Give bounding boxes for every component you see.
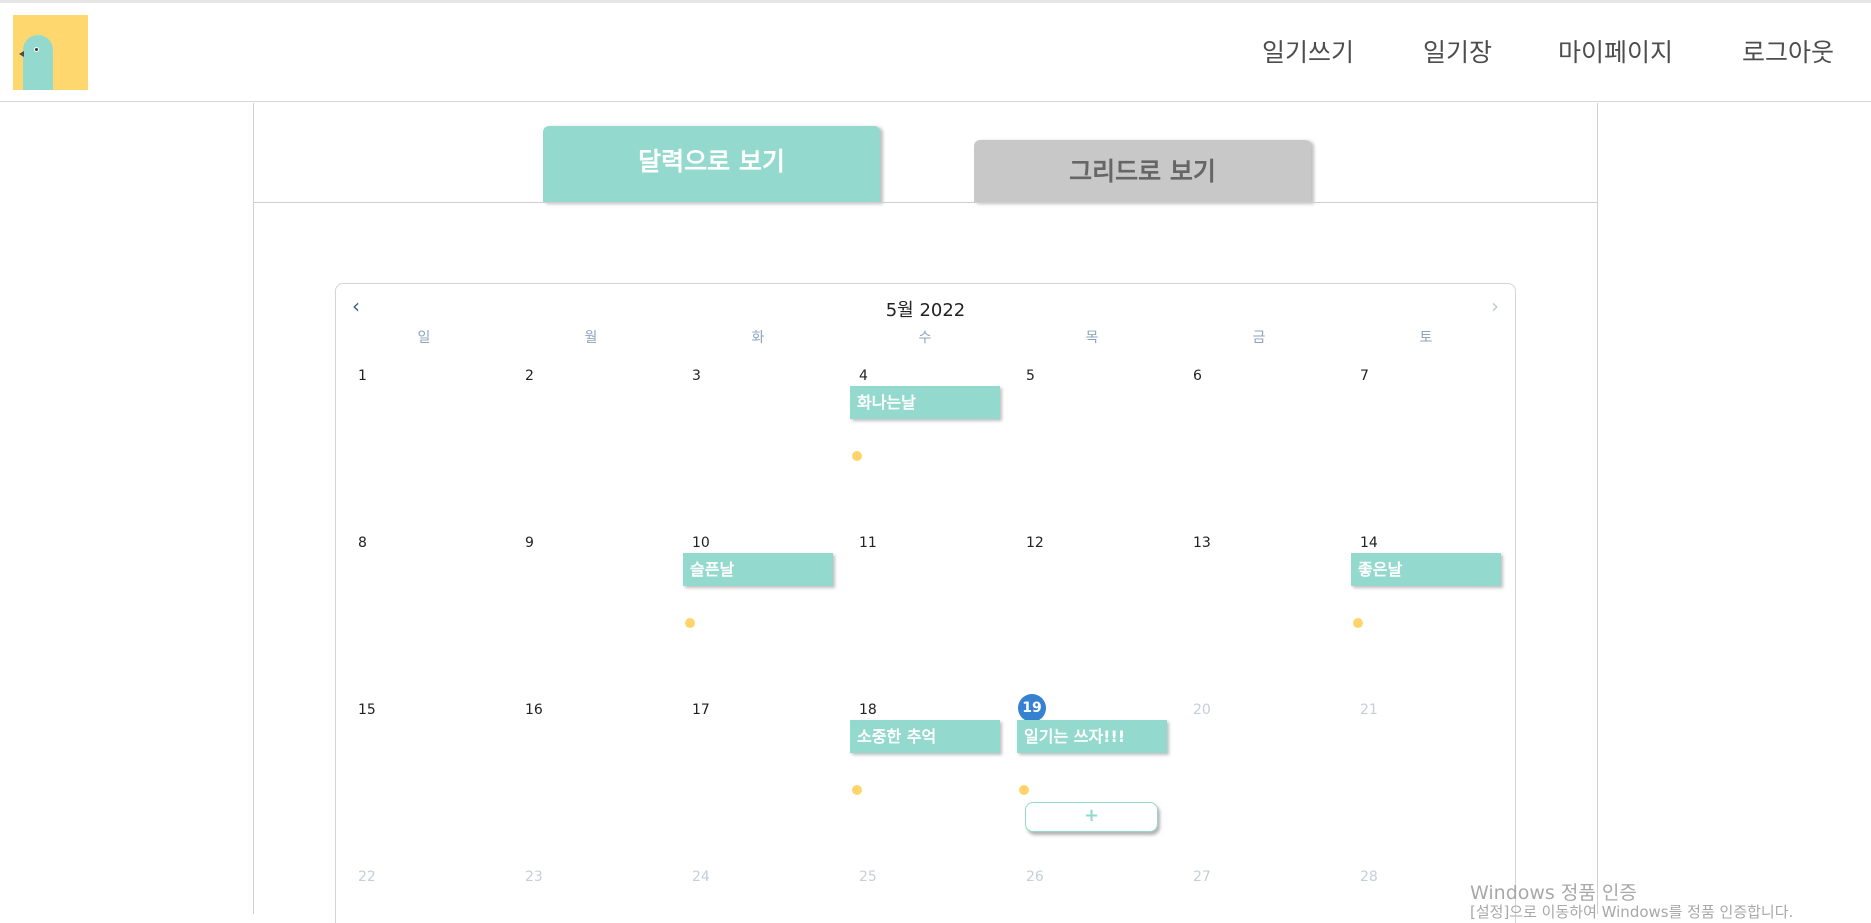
mood-dot — [852, 785, 862, 795]
chevron-right-icon[interactable]: › — [1491, 294, 1499, 318]
day-number[interactable]: 16 — [525, 702, 543, 718]
day-number[interactable]: 3 — [692, 368, 701, 384]
day-number[interactable]: 28 — [1360, 869, 1378, 885]
diary-event[interactable]: 일기는 쓰자!!! — [1017, 720, 1167, 753]
day-number[interactable]: 8 — [358, 535, 367, 551]
diary-event[interactable]: 소중한 추억 — [850, 720, 1000, 753]
nav-logout[interactable]: 로그아웃 — [1742, 33, 1834, 69]
calendar: ‹ 5월 2022 › 일 월 화 수 목 금 토 1 2 3 4 5 6 7 8 9 10 11 12 13 14 15… — [335, 283, 1516, 923]
day-number[interactable]: 21 — [1360, 702, 1378, 718]
tab-calendar-view[interactable]: 달력으로 보기 — [543, 126, 880, 203]
weekday-label: 토 — [1419, 330, 1433, 346]
weekday-label: 금 — [1252, 330, 1266, 346]
day-number[interactable]: 6 — [1193, 368, 1202, 384]
mood-dot — [1353, 618, 1363, 628]
diary-event[interactable]: 좋은날 — [1351, 553, 1501, 586]
tab-grid-view[interactable]: 그리드로 보기 — [974, 140, 1311, 203]
day-number[interactable]: 9 — [525, 535, 534, 551]
nav-mypage[interactable]: 마이페이지 — [1558, 33, 1673, 69]
day-number[interactable]: 13 — [1193, 535, 1211, 551]
day-number[interactable]: 4 — [859, 368, 868, 384]
header: 일기쓰기 일기장 마이페이지 로그아웃 — [0, 3, 1871, 102]
weekday-label: 일 — [417, 330, 431, 346]
mood-dot — [1019, 785, 1029, 795]
nav-write-diary[interactable]: 일기쓰기 — [1262, 33, 1354, 69]
add-diary-button[interactable]: + — [1025, 802, 1158, 832]
mood-dot — [685, 618, 695, 628]
logo[interactable] — [13, 15, 88, 90]
day-number[interactable]: 23 — [525, 869, 543, 885]
day-number[interactable]: 25 — [859, 869, 877, 885]
day-number[interactable]: 7 — [1360, 368, 1369, 384]
weekday-label: 목 — [1085, 330, 1099, 346]
day-number[interactable]: 17 — [692, 702, 710, 718]
weekday-label: 화 — [751, 330, 765, 346]
beak-icon — [19, 51, 24, 57]
day-number[interactable]: 2 — [525, 368, 534, 384]
weekday-label: 수 — [918, 330, 932, 346]
day-number[interactable]: 20 — [1193, 702, 1211, 718]
day-number[interactable]: 12 — [1026, 535, 1044, 551]
day-number[interactable]: 22 — [358, 869, 376, 885]
today-day-number[interactable]: 19 — [1018, 694, 1046, 722]
tab-divider — [254, 202, 1597, 203]
weekday-label: 월 — [584, 330, 598, 346]
day-number[interactable]: 18 — [859, 702, 877, 718]
bird-icon — [23, 35, 53, 90]
mood-dot — [852, 451, 862, 461]
main-content: 달력으로 보기 그리드로 보기 ‹ 5월 2022 › 일월화수목금토12345… — [253, 103, 1598, 923]
calendar-title: 5월 2022 — [885, 300, 966, 321]
diary-event[interactable]: 화나는날 — [850, 386, 1000, 419]
day-number[interactable]: 15 — [358, 702, 376, 718]
nav-diary-book[interactable]: 일기장 — [1423, 33, 1492, 69]
day-number[interactable]: 5 — [1026, 368, 1035, 384]
day-number[interactable]: 10 — [692, 535, 710, 551]
eye-icon — [34, 47, 39, 52]
day-number[interactable]: 24 — [692, 869, 710, 885]
windows-activation-text: [설정]으로 이동하여 Windows를 정품 인증합니다. — [1470, 903, 1794, 921]
diary-event[interactable]: 슬픈날 — [683, 553, 833, 586]
day-number[interactable]: 11 — [859, 535, 877, 551]
day-number[interactable]: 27 — [1193, 869, 1211, 885]
day-number[interactable]: 26 — [1026, 869, 1044, 885]
day-number[interactable]: 1 — [358, 368, 367, 384]
day-number[interactable]: 14 — [1360, 535, 1378, 551]
